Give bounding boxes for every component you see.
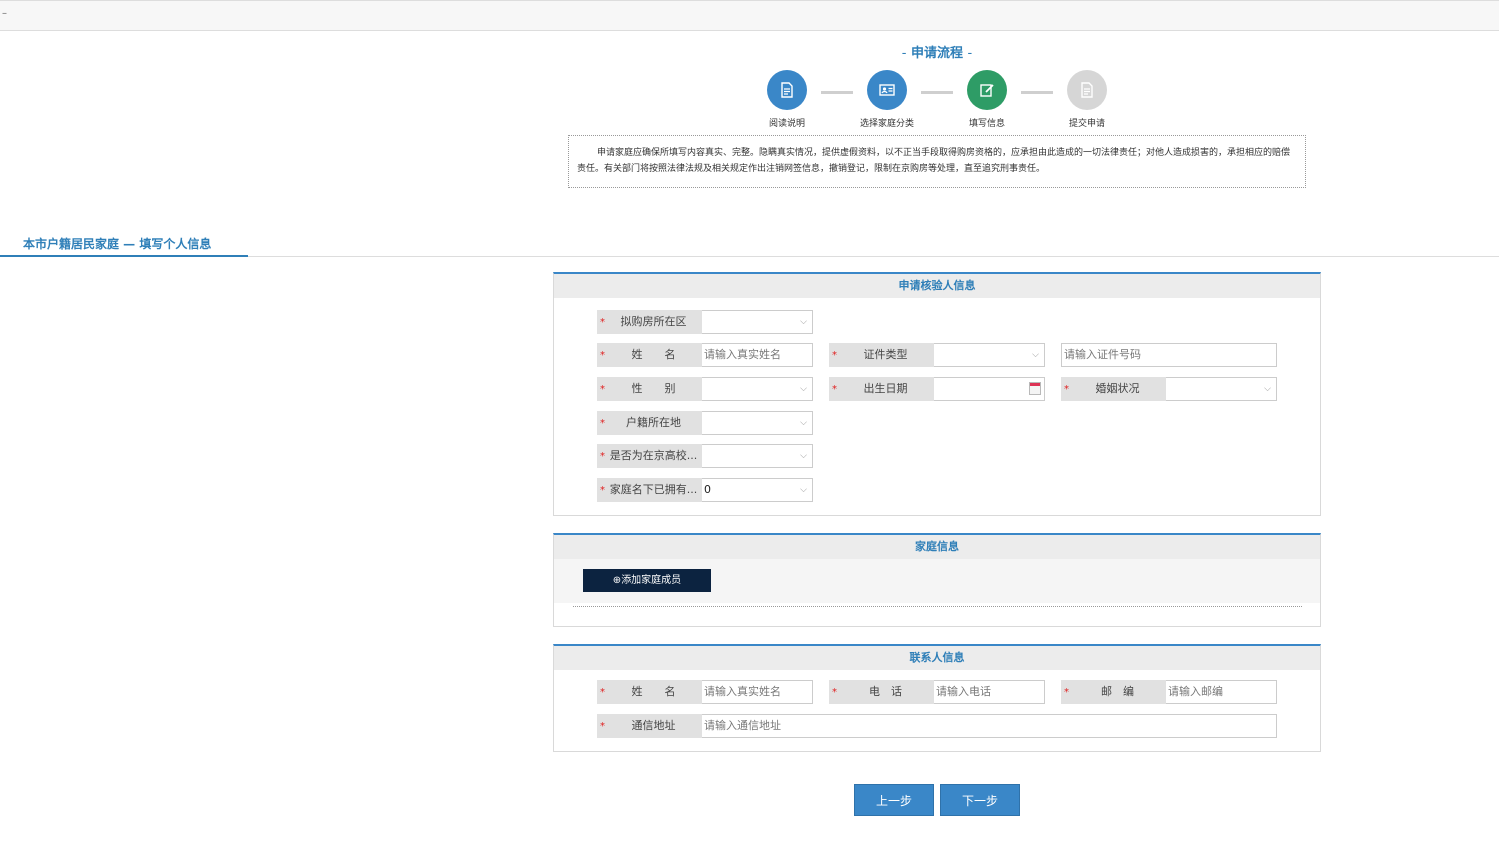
id-number-input[interactable]: 请输入证件号码	[1061, 343, 1277, 367]
add-family-member-button[interactable]: ⊕添加家庭成员	[583, 569, 711, 592]
chevron-down-icon: ⌵	[800, 451, 807, 461]
legal-notice: 申请家庭应确保所填写内容真实、完整。隐瞒真实情况，提供虚假资料，以不正当手段取得…	[568, 135, 1306, 188]
minimize-mark: –	[2, 8, 7, 19]
divider	[573, 606, 1302, 607]
contact-name-input[interactable]: 请输入真实姓名	[702, 680, 813, 704]
student-field: * 是否为在京高校... ⌵	[597, 444, 813, 468]
marital-select[interactable]: ⌵	[1166, 377, 1277, 401]
prev-step-button[interactable]: 上一步	[854, 784, 934, 816]
process-title: - 申请流程 -	[901, 46, 973, 61]
chevron-down-icon: ⌵	[800, 317, 807, 327]
id-number-field: 请输入证件号码	[1061, 343, 1277, 367]
document-icon	[767, 70, 807, 110]
step-label: 提交申请	[1068, 119, 1105, 129]
gender-select[interactable]: ⌵	[702, 377, 813, 401]
document-icon	[1067, 70, 1107, 110]
owned-homes-field: * 家庭名下已拥有... 0 ⌵	[597, 478, 813, 502]
panel-heading: 联系人信息	[554, 646, 1320, 670]
section-title-underline	[0, 255, 248, 257]
district-field: * 拟购房所在区 ⌵	[597, 310, 813, 334]
hukou-field: * 户籍所在地 ⌵	[597, 411, 813, 435]
address-field: * 通信地址 请输入通信地址	[597, 714, 1277, 738]
address-input[interactable]: 请输入通信地址	[702, 714, 1277, 738]
step-label: 填写信息	[968, 119, 1005, 129]
chevron-down-icon: ⌵	[800, 384, 807, 394]
step-choose-family-type[interactable]: 选择家庭分类	[842, 70, 932, 129]
id-type-field: * 证件类型 ⌵	[829, 343, 1045, 367]
marital-field: * 婚姻状况 ⌵	[1061, 377, 1277, 401]
process-title-text: 申请流程	[910, 46, 963, 61]
calendar-icon[interactable]	[1029, 382, 1041, 395]
id-card-icon	[867, 70, 907, 110]
chevron-down-icon: ⌵	[800, 418, 807, 428]
panel-heading: 申请核验人信息	[554, 274, 1320, 298]
contact-name-field: * 姓 名 请输入真实姓名	[597, 680, 813, 704]
step-read-instructions[interactable]: 阅读说明	[742, 70, 832, 129]
phone-input[interactable]: 请输入电话	[934, 680, 1045, 704]
postcode-input[interactable]: 请输入邮编	[1166, 680, 1277, 704]
step-label: 选择家庭分类	[859, 119, 914, 129]
birth-date-field: * 出生日期	[829, 377, 1045, 401]
owned-homes-select[interactable]: 0 ⌵	[702, 478, 813, 502]
chevron-down-icon: ⌵	[800, 485, 807, 495]
district-select[interactable]: ⌵	[702, 310, 813, 334]
gender-field: * 性 别 ⌵	[597, 377, 813, 401]
postcode-field: * 邮 编 请输入邮编	[1061, 680, 1277, 704]
next-step-button[interactable]: 下一步	[940, 784, 1020, 816]
step-submit[interactable]: 提交申请	[1042, 70, 1132, 129]
plus-circle-icon: ⊕	[612, 575, 622, 586]
step-fill-info[interactable]: 填写信息	[942, 70, 1032, 129]
birth-date-input[interactable]	[934, 377, 1045, 401]
panel-heading: 家庭信息	[554, 535, 1320, 559]
phone-field: * 电 话 请输入电话	[829, 680, 1045, 704]
section-title: 本市户籍居民家庭 — 填写个人信息	[23, 237, 212, 251]
chevron-down-icon: ⌵	[1032, 350, 1039, 360]
edit-icon	[967, 70, 1007, 110]
student-select[interactable]: ⌵	[702, 444, 813, 468]
chevron-down-icon: ⌵	[1264, 384, 1271, 394]
top-bar: –	[0, 0, 1499, 31]
hukou-select[interactable]: ⌵	[702, 411, 813, 435]
applicant-name-field: * 姓 名 请输入真实姓名	[597, 343, 813, 367]
applicant-name-input[interactable]: 请输入真实姓名	[702, 343, 813, 367]
id-type-select[interactable]: ⌵	[934, 343, 1045, 367]
step-label: 阅读说明	[768, 119, 805, 129]
